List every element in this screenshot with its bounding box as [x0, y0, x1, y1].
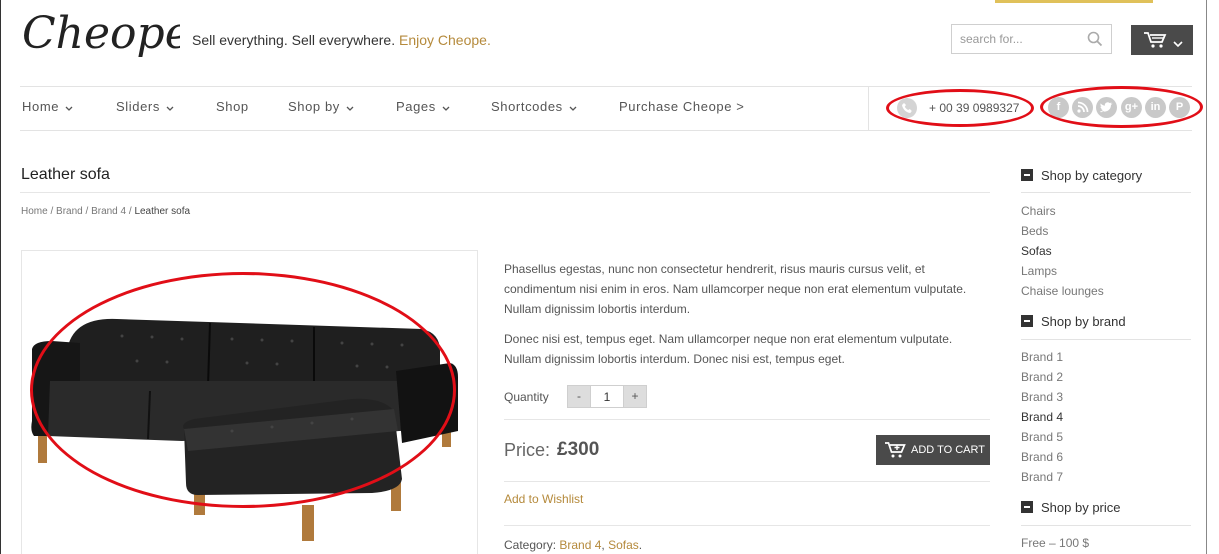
category-link-sofas[interactable]: Sofas [608, 538, 639, 552]
sidebar-item-lamps[interactable]: Lamps [1021, 261, 1104, 281]
cart-icon [1143, 31, 1167, 54]
svg-text:Cheope: Cheope [22, 8, 180, 59]
quantity-plus-button[interactable]: + [623, 385, 647, 408]
chevron-down-icon [442, 100, 450, 115]
product-categories: Category: Brand 4, Sofas. [504, 538, 643, 552]
quantity-input[interactable] [591, 385, 623, 408]
breadcrumb: Home / Brand / Brand 4 / Leather sofa [21, 206, 191, 217]
collapse-icon[interactable] [1021, 315, 1033, 327]
quantity-label: Quantity [504, 390, 549, 404]
page-frame-right [1206, 0, 1207, 554]
annotation-circle-phone [886, 89, 1034, 127]
sidebar-item-price-range[interactable]: Free – 100 $ [1021, 533, 1089, 553]
nav-border-top [20, 86, 1192, 87]
quantity-stepper: - + [567, 385, 647, 408]
quantity-minus-button[interactable]: - [567, 385, 591, 408]
annotation-circle-social [1040, 86, 1203, 128]
sidebar-divider [1021, 525, 1191, 526]
chevron-down-icon [65, 100, 73, 115]
sidebar-item-chaise-lounges[interactable]: Chaise lounges [1021, 281, 1104, 301]
sidebar-item-brand-1[interactable]: Brand 1 [1021, 347, 1063, 367]
search-box [951, 24, 1112, 54]
nav-item-pages[interactable]: Pages [396, 99, 450, 115]
add-to-wishlist-link[interactable]: Add to Wishlist [504, 492, 583, 506]
title-divider [20, 192, 990, 193]
sidebar-item-brand-7[interactable]: Brand 7 [1021, 467, 1063, 487]
nav-item-home[interactable]: Home [22, 99, 73, 115]
search-input[interactable] [960, 31, 1080, 47]
category-label: Category: [504, 538, 557, 552]
add-to-cart-button[interactable]: ADD TO CART [876, 435, 990, 465]
search-icon[interactable] [1087, 31, 1103, 52]
sidebar-item-brand-5[interactable]: Brand 5 [1021, 427, 1063, 447]
sidebar-heading-brand: Shop by brand [1021, 314, 1126, 329]
nav-item-purchase[interactable]: Purchase Cheope > [619, 99, 744, 114]
price-list: Free – 100 $ [1021, 533, 1089, 553]
nav-item-shop-by[interactable]: Shop by [288, 99, 354, 115]
brand-list: Brand 1 Brand 2 Brand 3 Brand 4 Brand 5 … [1021, 347, 1063, 487]
product-description-1: Phasellus egestas, nunc non consectetur … [504, 262, 967, 316]
category-link-brand4[interactable]: Brand 4 [559, 538, 601, 552]
sidebar-heading-category: Shop by category [1021, 168, 1142, 183]
sidebar-item-brand-3[interactable]: Brand 3 [1021, 387, 1063, 407]
divider [504, 419, 990, 420]
sidebar-item-brand-2[interactable]: Brand 2 [1021, 367, 1063, 387]
chevron-down-icon [1173, 35, 1183, 53]
sidebar-item-beds[interactable]: Beds [1021, 221, 1104, 241]
tagline-main: Sell everything. Sell everywhere. [192, 32, 396, 48]
chevron-down-icon [569, 100, 577, 115]
logo-wordmark: Cheope [22, 8, 191, 59]
cart-icon [884, 441, 906, 464]
chevron-down-icon [166, 100, 174, 115]
page-title: Leather sofa [21, 166, 110, 183]
nav-border-bottom [20, 130, 1192, 131]
add-to-cart-label: ADD TO CART [911, 444, 985, 456]
sidebar-divider [1021, 192, 1191, 193]
breadcrumb-current: Leather sofa [134, 206, 191, 217]
price-label: Price: [504, 440, 551, 460]
divider [504, 481, 990, 482]
sidebar-divider [1021, 339, 1191, 340]
nav-item-sliders[interactable]: Sliders [116, 99, 174, 115]
category-list: Chairs Beds Sofas Lamps Chaise lounges [1021, 201, 1104, 301]
annotation-circle-product-image [30, 272, 456, 508]
page-frame-left [0, 0, 1, 554]
nav-item-shop[interactable]: Shop [216, 99, 249, 114]
collapse-icon[interactable] [1021, 169, 1033, 181]
price-value: £300 [557, 439, 600, 460]
sidebar-item-brand-6[interactable]: Brand 6 [1021, 447, 1063, 467]
tagline-accent: Enjoy Cheope. [399, 32, 491, 48]
breadcrumb-home[interactable]: Home [21, 206, 48, 217]
collapse-icon[interactable] [1021, 501, 1033, 513]
chevron-down-icon [346, 100, 354, 115]
site-tagline: Sell everything. Sell everywhere. Enjoy … [192, 32, 491, 48]
breadcrumb-brand[interactable]: Brand [56, 206, 83, 217]
sidebar-item-brand-4[interactable]: Brand 4 [1021, 407, 1063, 427]
breadcrumb-brand4[interactable]: Brand 4 [91, 206, 126, 217]
top-accent-bar [995, 0, 1153, 3]
site-logo[interactable]: Cheope [20, 4, 191, 69]
cart-dropdown-button[interactable] [1131, 25, 1193, 55]
divider [504, 525, 990, 526]
sidebar-item-chairs[interactable]: Chairs [1021, 201, 1104, 221]
sidebar-item-sofas[interactable]: Sofas [1021, 241, 1104, 261]
nav-divider [868, 87, 869, 130]
product-description-2: Donec nisi est, tempus eget. Nam ullamco… [504, 332, 953, 366]
nav-item-shortcodes[interactable]: Shortcodes [491, 99, 577, 115]
sidebar-heading-price: Shop by price [1021, 500, 1121, 515]
